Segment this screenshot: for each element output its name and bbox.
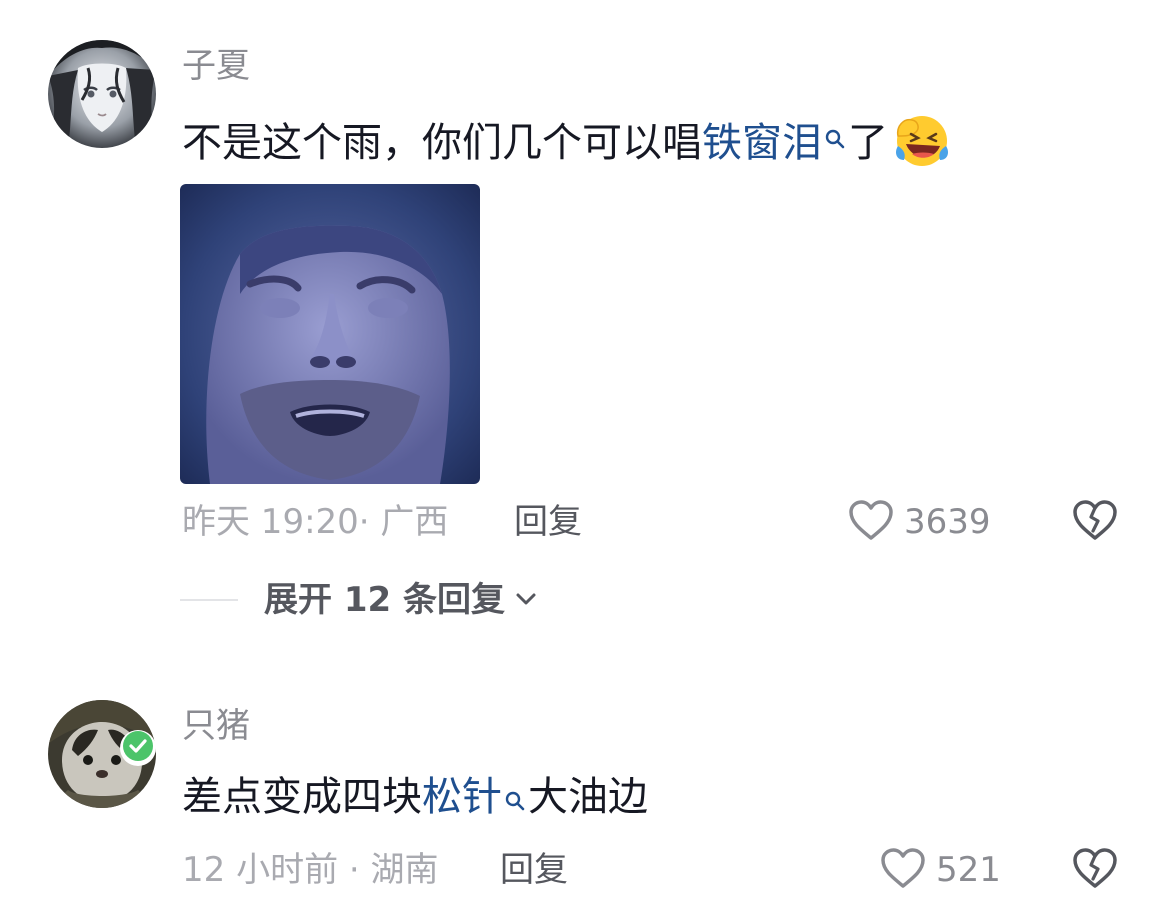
username[interactable]: 只猪 xyxy=(182,706,250,746)
avatar[interactable] xyxy=(48,40,156,148)
comment-text-plain: 了 xyxy=(848,120,888,166)
like-count: 521 xyxy=(936,850,1001,890)
broken-heart-icon xyxy=(1072,500,1118,545)
search-icon[interactable] xyxy=(504,774,526,824)
search-link[interactable]: 松针 xyxy=(422,774,502,820)
like-button[interactable]: 521 xyxy=(880,847,1001,893)
divider xyxy=(180,599,238,601)
reply-button[interactable]: 回复 xyxy=(514,502,582,542)
comment-text: 差点变成四块松针 大油边 xyxy=(182,772,648,824)
expand-replies[interactable]: 展开 12 条回复 xyxy=(180,580,537,620)
like-count: 3639 xyxy=(904,502,991,542)
comment-text: 不是这个雨，你们几个可以唱铁窗泪了 xyxy=(182,110,950,180)
search-icon[interactable] xyxy=(824,112,846,162)
chevron-down-icon[interactable] xyxy=(515,591,537,610)
dislike-button[interactable] xyxy=(1072,847,1118,893)
search-link[interactable]: 铁窗泪 xyxy=(702,120,822,166)
comment-text-plain: 差点变成四块 xyxy=(182,774,422,820)
reply-button[interactable]: 回复 xyxy=(500,850,568,890)
expand-replies-label[interactable]: 展开 12 条回复 xyxy=(264,580,505,620)
heart-outline-icon xyxy=(848,499,894,545)
check-icon xyxy=(122,730,154,766)
comment-timestamp-location: 12 小时前 · 湖南 xyxy=(182,850,439,890)
like-button[interactable]: 3639 xyxy=(848,499,991,545)
broken-heart-icon xyxy=(1072,848,1118,893)
heart-outline-icon xyxy=(880,847,926,893)
comment-text-plain: 大油边 xyxy=(528,774,648,820)
dislike-button[interactable] xyxy=(1072,499,1118,545)
username[interactable]: 子夏 xyxy=(182,46,250,86)
comment-text-plain: 不是这个雨，你们几个可以唱 xyxy=(182,120,702,166)
comment-timestamp-location: 昨天 19:20· 广西 xyxy=(182,502,449,542)
sticker-image[interactable] xyxy=(180,184,480,484)
verified-badge xyxy=(120,730,156,766)
laughing-crying-emoji-icon xyxy=(892,110,950,180)
